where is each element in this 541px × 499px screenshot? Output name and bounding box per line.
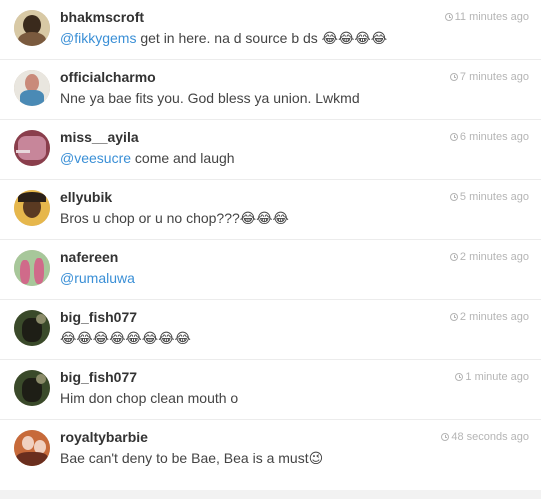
comment-item: bhakmscroft @fikkygems get in here. na d… xyxy=(0,0,541,60)
avatar[interactable] xyxy=(14,250,50,286)
username[interactable]: bhakmscroft xyxy=(60,9,144,25)
comment-text: Him don chop clean mouth o xyxy=(60,390,238,406)
timestamp: 6 minutes ago xyxy=(449,131,529,143)
username[interactable]: miss__ayila xyxy=(60,129,139,145)
timestamp: 1 minute ago xyxy=(455,371,529,383)
comment-body: Bae can't deny to be Bae, Bea is a must😉 xyxy=(60,450,324,466)
timestamp-text: 7 minutes ago xyxy=(459,71,529,83)
timestamp-text: 5 minutes ago xyxy=(459,191,529,203)
comment-body: Bros u chop or u no chop???😂😂😂 xyxy=(60,210,289,226)
comment-body: Nne ya bae fits you. God bless ya union.… xyxy=(60,90,360,106)
comment-text: Bae can't deny to be Bae, Bea is a must😉 xyxy=(60,450,323,467)
timestamp-text: 1 minute ago xyxy=(465,371,529,383)
avatar[interactable] xyxy=(14,70,50,106)
comment-body: 😂😂😂😂😂😂😂😂 xyxy=(60,330,191,346)
timestamp-text: 48 seconds ago xyxy=(451,431,529,443)
comment-item: miss__ayila @veesucre come and laugh 6 m… xyxy=(0,120,541,180)
clock-icon xyxy=(449,313,458,321)
clock-icon xyxy=(449,253,458,261)
clock-icon xyxy=(449,133,458,141)
comment-item: royaltybarbie Bae can't deny to be Bae, … xyxy=(0,420,541,483)
comment-item: big_fish077 😂😂😂😂😂😂😂😂 2 minutes ago xyxy=(0,300,541,360)
avatar[interactable] xyxy=(14,370,50,406)
mention-link[interactable]: @fikkygems xyxy=(60,30,136,46)
comment-item: ellyubik Bros u chop or u no chop???😂😂😂 … xyxy=(0,180,541,240)
comment-text: @veesucre come and laugh xyxy=(60,150,235,166)
timestamp: 11 minutes ago xyxy=(444,11,529,23)
bottom-bar xyxy=(0,490,541,499)
comment-body: get in here. na d source b ds 😂😂😂😂 xyxy=(136,30,388,46)
timestamp-text: 11 minutes ago xyxy=(454,11,529,23)
timestamp: 2 minutes ago xyxy=(449,251,529,263)
timestamp: 5 minutes ago xyxy=(449,191,529,203)
username[interactable]: big_fish077 xyxy=(60,369,137,385)
username[interactable]: big_fish077 xyxy=(60,309,137,325)
timestamp: 2 minutes ago xyxy=(449,311,529,323)
comment-body: come and laugh xyxy=(131,150,235,166)
comment-feed: bhakmscroft @fikkygems get in here. na d… xyxy=(0,0,541,490)
avatar[interactable] xyxy=(14,430,50,466)
mention-link[interactable]: @veesucre xyxy=(60,150,131,166)
avatar[interactable] xyxy=(14,310,50,346)
comment-text: @fikkygems get in here. na d source b ds… xyxy=(60,30,387,47)
clock-icon xyxy=(444,13,453,21)
username[interactable]: officialcharmo xyxy=(60,69,156,85)
avatar[interactable] xyxy=(14,10,50,46)
comment-text: @rumaluwa xyxy=(60,270,135,286)
avatar[interactable] xyxy=(14,190,50,226)
comment-text: 😂😂😂😂😂😂😂😂 xyxy=(60,330,191,347)
comment-text: Nne ya bae fits you. God bless ya union.… xyxy=(60,90,360,106)
username[interactable]: ellyubik xyxy=(60,189,112,205)
username[interactable]: nafereen xyxy=(60,249,118,265)
comment-item: nafereen @rumaluwa 2 minutes ago xyxy=(0,240,541,300)
timestamp: 48 seconds ago xyxy=(441,431,529,443)
comment-item: officialcharmo Nne ya bae fits you. God … xyxy=(0,60,541,120)
mention-link[interactable]: @rumaluwa xyxy=(60,270,135,286)
timestamp-text: 6 minutes ago xyxy=(459,131,529,143)
timestamp-text: 2 minutes ago xyxy=(459,311,529,323)
clock-icon xyxy=(455,373,464,381)
timestamp: 7 minutes ago xyxy=(449,71,529,83)
username[interactable]: royaltybarbie xyxy=(60,429,148,445)
clock-icon xyxy=(441,433,450,441)
avatar[interactable] xyxy=(14,130,50,166)
comment-item: big_fish077 Him don chop clean mouth o 1… xyxy=(0,360,541,420)
comment-body: Him don chop clean mouth o xyxy=(60,390,239,406)
clock-icon xyxy=(449,193,458,201)
clock-icon xyxy=(449,73,458,81)
comment-text: Bros u chop or u no chop???😂😂😂 xyxy=(60,210,289,227)
timestamp-text: 2 minutes ago xyxy=(459,251,529,263)
